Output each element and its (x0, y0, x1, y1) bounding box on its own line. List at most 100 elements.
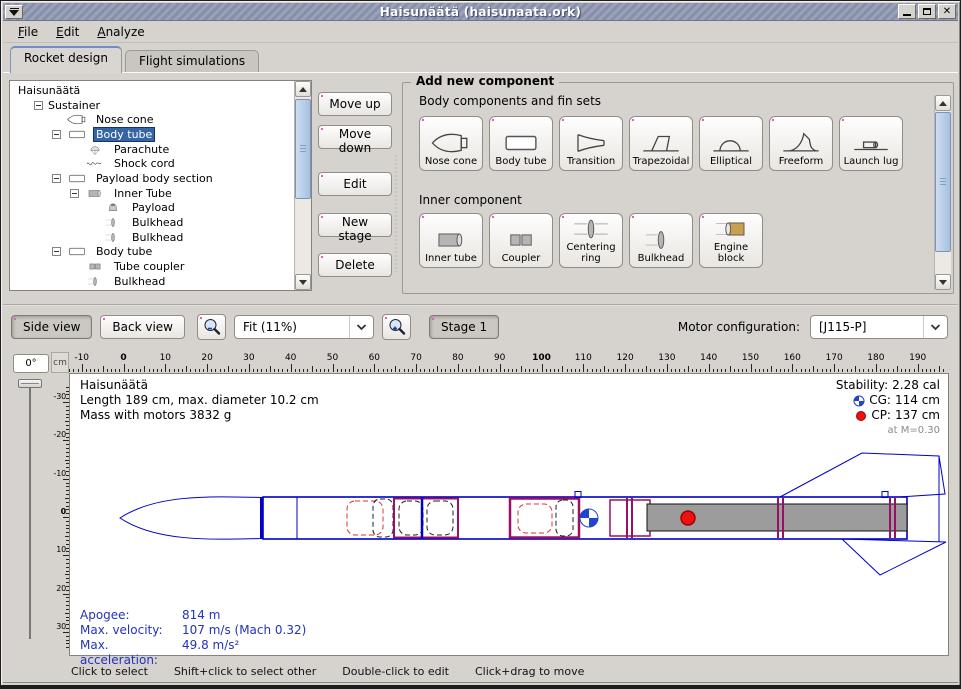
ruler-tick (241, 369, 242, 373)
ruler-tick (119, 369, 120, 373)
tree-item-body-tube[interactable]: Body tube (12, 245, 293, 260)
expander-minus-icon[interactable] (34, 101, 43, 110)
tree-item-nose-cone[interactable]: Nose cone (12, 112, 293, 127)
menu-item-analyze[interactable]: Analyze (88, 23, 153, 41)
add-centering-ring-button[interactable]: Centering ring (559, 213, 623, 268)
tree-item-shock-cord[interactable]: Shock cord (12, 156, 293, 171)
rotation-slider-handle[interactable] (18, 379, 42, 388)
ruler-tick (596, 369, 597, 373)
stage-1-button[interactable]: Stage 1 (429, 315, 499, 339)
add-trapezoidal-button[interactable]: Trapezoidal (629, 116, 693, 171)
hint-text: Double-click to edit (342, 665, 449, 678)
flight-row-value: 107 m/s (Mach 0.32) (182, 623, 306, 638)
ruler-tick (533, 369, 534, 373)
ruler-tick (458, 364, 459, 372)
ruler-tick (730, 366, 731, 372)
window-menu-icon[interactable] (5, 5, 23, 19)
add-engine-block-button[interactable]: Engine block (699, 213, 763, 268)
add-launch-lug-button[interactable]: Launch lug (839, 116, 903, 171)
add-bulkhead-button[interactable]: Bulkhead (629, 213, 693, 268)
tree-item-bulkhead[interactable]: Bulkhead (12, 230, 293, 245)
ruler-tick (888, 369, 889, 373)
ruler-tick (646, 366, 647, 372)
move-down-button[interactable]: Move down (318, 125, 392, 149)
ruler-tick (554, 369, 555, 373)
tree-item-parachute[interactable]: Parachute (12, 142, 293, 157)
close-button[interactable]: ✕ (938, 4, 956, 19)
ruler-label: -10 (54, 469, 66, 478)
ruler-tick (412, 369, 413, 373)
group-scrollbar-thumb[interactable] (935, 112, 951, 252)
ruler-tick (571, 369, 572, 373)
finellip-icon (708, 130, 754, 156)
flight-info: Apogee:814 mMax. velocity:107 m/s (Mach … (80, 608, 306, 668)
edit-button[interactable]: Edit (318, 172, 392, 196)
menu-item-file[interactable]: File (9, 23, 47, 41)
ruler-tick (312, 366, 313, 372)
tree-item-haisun-t[interactable]: Haisunäätä (12, 83, 293, 98)
tab-flight-simulations[interactable]: Flight simulations (125, 50, 259, 73)
tree-item-inner-tube[interactable]: Inner Tube (12, 186, 293, 201)
payload-icon (100, 201, 126, 214)
zoom-select[interactable]: Fit (11%) (234, 315, 374, 339)
rocket-canvas[interactable]: Haisunäätä Length 189 cm, max. diameter … (69, 373, 949, 656)
tree-item-payload-body-section[interactable]: Payload body section (12, 171, 293, 186)
tree-item-bulkhead[interactable]: Bulkhead (12, 274, 293, 288)
ruler-tick (211, 369, 212, 373)
window-bottom-edge (1, 685, 960, 688)
expander-minus-icon[interactable] (52, 247, 61, 256)
scroll-up-icon[interactable] (935, 95, 951, 111)
add-transition-button[interactable]: Transition (559, 116, 623, 171)
ruler-tick (725, 369, 726, 373)
add-inner-tube-button[interactable]: Inner tube (419, 213, 483, 268)
motor-configuration-value: [J115-P] (811, 320, 923, 334)
zoom-in-button[interactable] (382, 314, 411, 340)
add-freeform-button[interactable]: Freeform (769, 116, 833, 171)
ruler-tick (475, 369, 476, 373)
tree-item-tube-coupler[interactable]: Tube coupler (12, 259, 293, 274)
new-stage-button[interactable]: New stage (318, 213, 392, 237)
ruler-tick (395, 366, 396, 372)
ruler-tick (650, 369, 651, 373)
add-body-tube-button[interactable]: Body tube (489, 116, 553, 171)
bodytube-icon (64, 172, 90, 185)
zoom-out-button[interactable] (197, 314, 226, 340)
ruler-tick (930, 369, 931, 373)
add-nose-cone-button[interactable]: Nose cone (419, 116, 483, 171)
tree-scrollbar-thumb[interactable] (295, 99, 311, 199)
body-components-row: Nose coneBody tubeTransitionTrapezoidalE… (419, 116, 903, 171)
tree-item-bulkhead[interactable]: Bulkhead (12, 215, 293, 230)
tree-item-label: Bulkhead (112, 275, 167, 288)
add-elliptical-button[interactable]: Elliptical (699, 116, 763, 171)
back-view-button[interactable]: Back view (100, 315, 185, 339)
ruler-tick (337, 369, 338, 373)
tree-item-payload[interactable]: Payload (12, 201, 293, 216)
splitter-handle[interactable] (394, 154, 399, 272)
motor-configuration-select[interactable]: [J115-P] (810, 315, 948, 339)
ruler-tick (659, 369, 660, 373)
ruler-tick (316, 369, 317, 373)
expander-minus-icon[interactable] (70, 189, 79, 198)
tab-rocket-design[interactable]: Rocket design (10, 46, 122, 73)
scroll-down-icon[interactable] (295, 274, 311, 290)
ruler-tick (834, 364, 835, 372)
ruler-tick (893, 369, 894, 373)
add-coupler-button[interactable]: Coupler (489, 213, 553, 268)
tree-item-sustainer[interactable]: Sustainer (12, 98, 293, 113)
maximize-button[interactable] (918, 4, 936, 19)
minimize-button[interactable] (898, 4, 916, 19)
tree-item-body-tube[interactable]: Body tube (12, 127, 293, 142)
move-up-button[interactable]: Move up (318, 92, 392, 116)
expander-minus-icon[interactable] (52, 130, 61, 139)
ruler-label: 190 (909, 353, 926, 363)
scroll-down-icon[interactable] (935, 274, 951, 290)
delete-button[interactable]: Delete (318, 253, 392, 277)
ruler-tick (642, 369, 643, 373)
scroll-up-icon[interactable] (295, 81, 311, 97)
side-view-button[interactable]: Side view (11, 315, 92, 339)
ruler-tick (525, 369, 526, 373)
innertube-icon (82, 187, 108, 200)
expander-minus-icon[interactable] (52, 174, 61, 183)
menu-item-edit[interactable]: Edit (47, 23, 88, 41)
component-button-label: Centering ring (561, 243, 621, 264)
